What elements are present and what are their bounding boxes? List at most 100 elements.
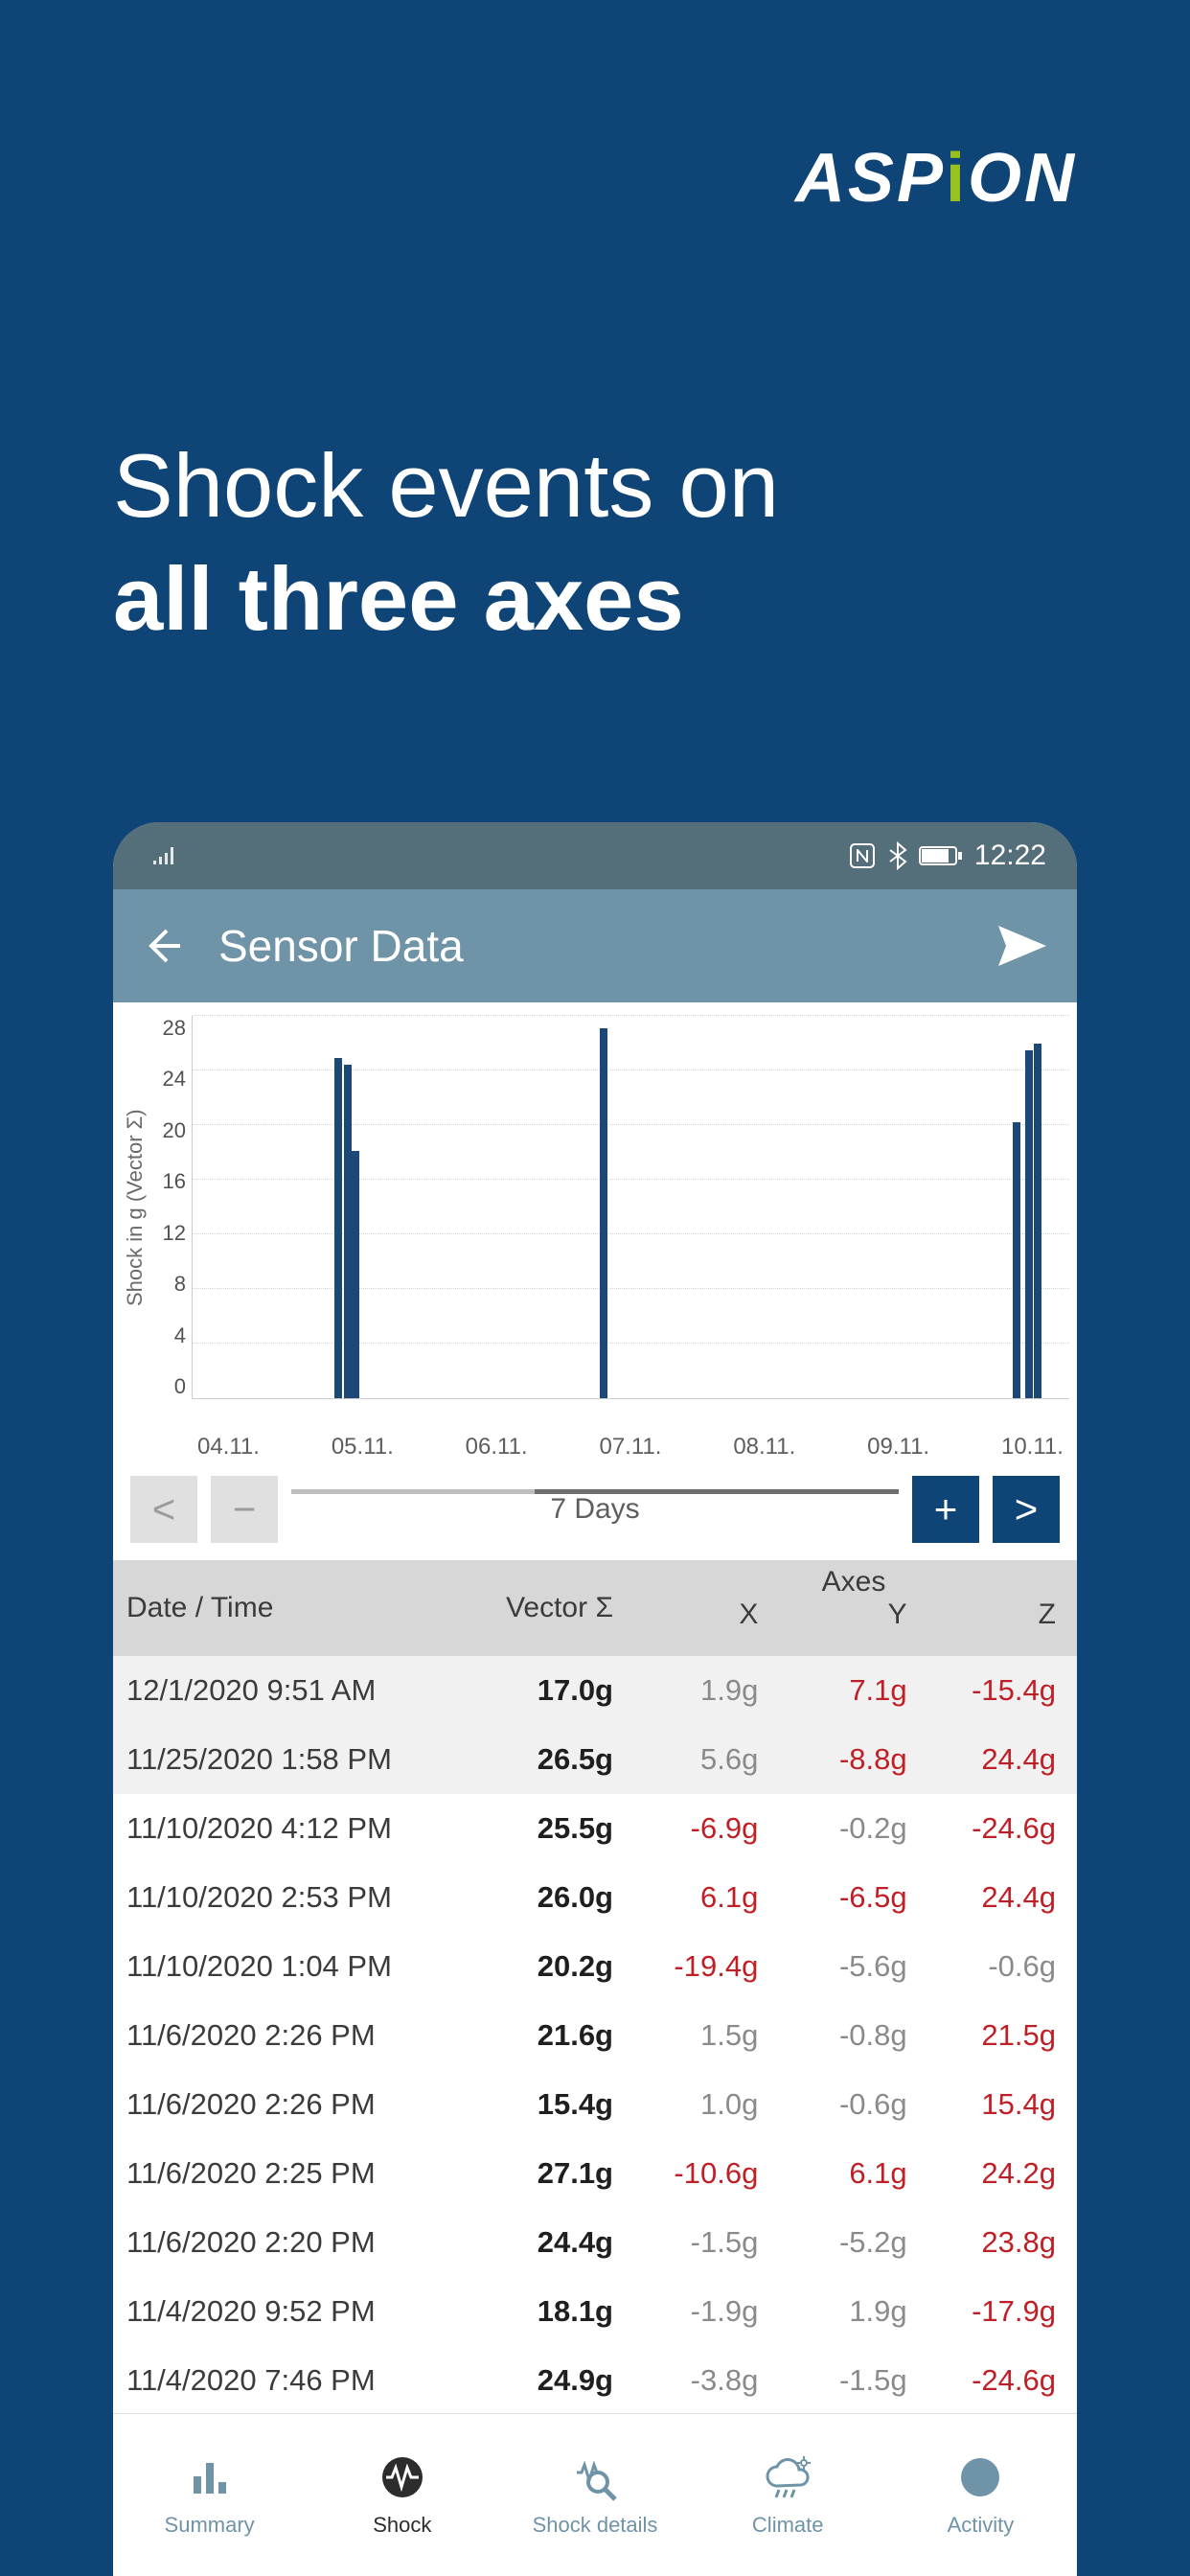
table-row[interactable]: 11/4/2020 7:46 PM24.9g-3.8g-1.5g-24.6g bbox=[113, 2346, 1077, 2413]
table-row[interactable]: 11/6/2020 2:26 PM15.4g1.0g-0.6g15.4g bbox=[113, 2070, 1077, 2139]
table-row[interactable]: 11/6/2020 2:20 PM24.4g-1.5g-5.2g23.8g bbox=[113, 2208, 1077, 2277]
bluetooth-icon bbox=[888, 841, 907, 870]
send-button[interactable] bbox=[996, 924, 1048, 968]
td-z: 23.8g bbox=[928, 2225, 1077, 2260]
th-x[interactable]: X bbox=[630, 1598, 779, 1631]
td-vector: 17.0g bbox=[439, 1673, 630, 1708]
signal-icon bbox=[151, 845, 178, 866]
td-x: -19.4g bbox=[630, 1949, 779, 1984]
th-y[interactable]: Y bbox=[779, 1598, 927, 1631]
table-row[interactable]: 11/6/2020 2:26 PM21.6g1.5g-0.8g21.5g bbox=[113, 2001, 1077, 2070]
status-time: 12:22 bbox=[974, 840, 1046, 872]
td-x: -1.9g bbox=[630, 2294, 779, 2329]
tab-label: Activity bbox=[948, 2513, 1015, 2538]
bars-icon bbox=[186, 2453, 234, 2501]
chart-area: Shock in g (Vector Σ) 2824201612840 04.1… bbox=[113, 1002, 1077, 1560]
td-x: -3.8g bbox=[630, 2363, 779, 2398]
chart-prev-button[interactable]: < bbox=[130, 1476, 197, 1543]
td-x: 1.5g bbox=[630, 2018, 779, 2053]
th-axes-title: Axes bbox=[630, 1560, 1077, 1598]
table-row[interactable]: 11/10/2020 1:04 PM20.2g-19.4g-5.6g-0.6g bbox=[113, 1932, 1077, 2001]
chart-bar[interactable] bbox=[352, 1151, 359, 1398]
td-y: 7.1g bbox=[779, 1673, 927, 1708]
td-vector: 26.0g bbox=[439, 1880, 630, 1915]
back-button[interactable] bbox=[142, 925, 184, 967]
chart-range-track[interactable] bbox=[291, 1489, 899, 1494]
table-row[interactable]: 11/10/2020 4:12 PM25.5g-6.9g-0.2g-24.6g bbox=[113, 1794, 1077, 1863]
wave-icon bbox=[378, 2453, 426, 2501]
headline-line2: all three axes bbox=[113, 548, 684, 649]
td-date: 11/6/2020 2:26 PM bbox=[113, 2087, 439, 2122]
chart-zoom-out-button[interactable]: − bbox=[211, 1476, 278, 1543]
table-row[interactable]: 11/25/2020 1:58 PM26.5g5.6g-8.8g24.4g bbox=[113, 1725, 1077, 1794]
td-z: 21.5g bbox=[928, 2018, 1077, 2053]
td-z: 24.4g bbox=[928, 1880, 1077, 1915]
headline: Shock events on all three axes bbox=[113, 429, 779, 655]
td-y: -6.5g bbox=[779, 1880, 927, 1915]
td-x: -1.5g bbox=[630, 2225, 779, 2260]
tab-shock[interactable]: Shock bbox=[306, 2414, 498, 2576]
td-date: 11/10/2020 2:53 PM bbox=[113, 1880, 439, 1915]
td-vector: 25.5g bbox=[439, 1811, 630, 1846]
td-date: 11/4/2020 7:46 PM bbox=[113, 2363, 439, 2398]
td-y: -1.5g bbox=[779, 2363, 927, 2398]
td-x: 5.6g bbox=[630, 1742, 779, 1777]
tab-label: Shock details bbox=[533, 2513, 658, 2538]
th-z[interactable]: Z bbox=[928, 1598, 1077, 1631]
table-row[interactable]: 12/1/2020 9:51 AM17.0g1.9g7.1g-15.4g bbox=[113, 1656, 1077, 1725]
tab-shock-details[interactable]: Shock details bbox=[498, 2414, 691, 2576]
td-y: 1.9g bbox=[779, 2294, 927, 2329]
th-date[interactable]: Date / Time bbox=[113, 1560, 439, 1656]
app-bar: Sensor Data bbox=[113, 889, 1077, 1002]
td-y: -0.8g bbox=[779, 2018, 927, 2053]
tab-activity[interactable]: Activity bbox=[884, 2414, 1077, 2576]
td-y: -0.2g bbox=[779, 1811, 927, 1846]
table-row[interactable]: 11/10/2020 2:53 PM26.0g6.1g-6.5g24.4g bbox=[113, 1863, 1077, 1932]
td-z: 24.2g bbox=[928, 2156, 1077, 2191]
td-date: 11/4/2020 9:52 PM bbox=[113, 2294, 439, 2329]
td-date: 11/6/2020 2:20 PM bbox=[113, 2225, 439, 2260]
table-row[interactable]: 11/6/2020 2:25 PM27.1g-10.6g6.1g24.2g bbox=[113, 2139, 1077, 2208]
chart-next-button[interactable]: > bbox=[993, 1476, 1060, 1543]
chart-range-label: 7 Days bbox=[291, 1493, 899, 1526]
td-x: 1.9g bbox=[630, 1673, 779, 1708]
tab-climate[interactable]: Climate bbox=[692, 2414, 884, 2576]
th-vector[interactable]: Vector Σ bbox=[439, 1560, 630, 1656]
chart-bar[interactable] bbox=[1034, 1044, 1041, 1399]
td-y: -5.2g bbox=[779, 2225, 927, 2260]
tab-bar: Summary Shock Shock details Climate Activity bbox=[113, 2413, 1077, 2576]
chart-bar[interactable] bbox=[600, 1028, 607, 1398]
cloud-icon bbox=[762, 2453, 813, 2501]
td-vector: 21.6g bbox=[439, 2018, 630, 2053]
td-z: 24.4g bbox=[928, 1742, 1077, 1777]
td-date: 11/25/2020 1:58 PM bbox=[113, 1742, 439, 1777]
chart-bar[interactable] bbox=[1013, 1122, 1020, 1398]
chart-ylabel: Shock in g (Vector Σ) bbox=[121, 1016, 149, 1399]
td-date: 12/1/2020 9:51 AM bbox=[113, 1673, 439, 1708]
chart-xticks: 04.11.05.11.06.11.07.11.08.11.09.11.10.1… bbox=[121, 1428, 1069, 1470]
device-frame: 12:22 Sensor Data Shock in g (Vector Σ) … bbox=[113, 822, 1077, 2576]
td-vector: 24.4g bbox=[439, 2225, 630, 2260]
td-date: 11/6/2020 2:26 PM bbox=[113, 2018, 439, 2053]
tab-label: Summary bbox=[165, 2513, 255, 2538]
td-vector: 20.2g bbox=[439, 1949, 630, 1984]
chart-bar[interactable] bbox=[1025, 1050, 1033, 1398]
circle-icon bbox=[956, 2453, 1004, 2501]
td-z: 15.4g bbox=[928, 2087, 1077, 2122]
td-date: 11/10/2020 4:12 PM bbox=[113, 1811, 439, 1846]
table-body[interactable]: 12/1/2020 9:51 AM17.0g1.9g7.1g-15.4g11/2… bbox=[113, 1656, 1077, 2413]
td-x: -10.6g bbox=[630, 2156, 779, 2191]
td-y: -5.6g bbox=[779, 1949, 927, 1984]
tab-label: Climate bbox=[752, 2513, 824, 2538]
td-vector: 26.5g bbox=[439, 1742, 630, 1777]
td-z: -17.9g bbox=[928, 2294, 1077, 2329]
chart-bar[interactable] bbox=[334, 1058, 342, 1398]
table-row[interactable]: 11/4/2020 9:52 PM18.1g-1.9g1.9g-17.9g bbox=[113, 2277, 1077, 2346]
brand-logo: ASPiON bbox=[795, 139, 1077, 218]
td-vector: 27.1g bbox=[439, 2156, 630, 2191]
tab-summary[interactable]: Summary bbox=[113, 2414, 306, 2576]
td-z: -24.6g bbox=[928, 1811, 1077, 1846]
td-x: -6.9g bbox=[630, 1811, 779, 1846]
chart-zoom-in-button[interactable]: + bbox=[912, 1476, 979, 1543]
chart-plot[interactable] bbox=[192, 1016, 1069, 1399]
